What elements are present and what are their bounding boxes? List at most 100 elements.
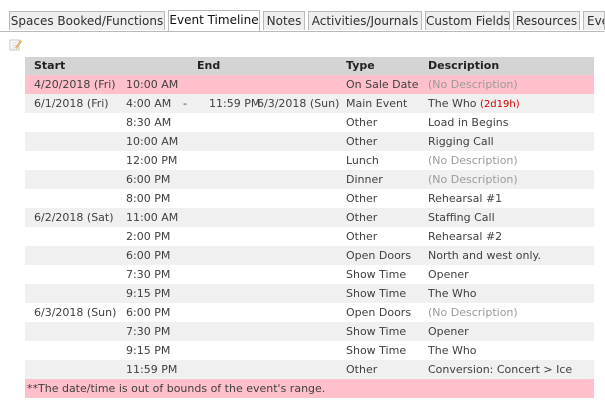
table-row[interactable]: 7:30 PM Show Time Opener — [25, 265, 594, 284]
description-text: North and west only. — [428, 249, 541, 262]
table-row[interactable]: 9:15 PM Show Time The Who — [25, 284, 594, 303]
description-text: (No Description) — [428, 78, 518, 91]
description-text: Rehearsal #1 — [428, 192, 503, 205]
table-row[interactable]: 12:00 PM Lunch (No Description) — [25, 151, 594, 170]
cell-type: On Sale Date — [346, 78, 419, 91]
cell-type: Other — [346, 211, 378, 224]
cell-type: Show Time — [346, 287, 407, 300]
table-row[interactable]: 4/20/2018 (Fri) 10:00 AM On Sale Date (No D… — [25, 75, 594, 94]
cell-description: (No Description) — [428, 151, 518, 170]
cell-start-time: 6:00 PM — [126, 173, 171, 186]
cell-description: Opener — [428, 322, 469, 341]
event-timeline-table: Start End Type Description 4/20/2018 (Fr… — [25, 57, 594, 398]
cell-type: Open Doors — [346, 306, 412, 319]
out-of-range-footnote: **The date/time is out of bounds of the … — [25, 379, 594, 398]
table-header: Start End Type Description — [25, 57, 594, 75]
cell-end-date: 6/3/2018 (Sun) — [257, 97, 340, 110]
table-row[interactable]: 10:00 AM Other Rigging Call — [25, 132, 594, 151]
cell-type: Dinner — [346, 173, 383, 186]
cell-start-time: 9:15 PM — [126, 344, 171, 357]
description-text: The Who — [428, 344, 477, 357]
description-text: The Who — [428, 287, 477, 300]
table-row[interactable]: 8:00 PM Other Rehearsal #1 — [25, 189, 594, 208]
table-row[interactable]: 6:00 PM Dinner (No Description) — [25, 170, 594, 189]
cell-type: Other — [346, 135, 378, 148]
tab-event-timeline[interactable]: Event Timeline — [168, 10, 260, 31]
cell-start-time: 7:30 PM — [126, 268, 171, 281]
table-row[interactable]: 9:15 PM Show Time The Who — [25, 341, 594, 360]
header-description[interactable]: Description — [428, 57, 499, 75]
cell-description: Rigging Call — [428, 132, 494, 151]
tab-spaces-booked-functions[interactable]: Spaces Booked/Functions — [9, 11, 165, 30]
description-text: Opener — [428, 325, 469, 338]
cell-type: Open Doors — [346, 249, 412, 262]
cell-start-time: 10:00 AM — [126, 135, 179, 148]
cell-description: Rehearsal #1 — [428, 189, 502, 208]
cell-description: Rehearsal #2 — [428, 227, 502, 246]
cell-start-time: 12:00 PM — [126, 154, 178, 167]
table-body: 4/20/2018 (Fri) 10:00 AM On Sale Date (No D… — [25, 75, 594, 379]
description-text: (No Description) — [428, 173, 518, 186]
description-text: (No Description) — [428, 306, 518, 319]
cell-start-time: 8:30 AM — [126, 116, 172, 129]
cell-description: The Who — [428, 341, 477, 360]
cell-description: (No Description) — [428, 75, 518, 94]
cell-type: Lunch — [346, 154, 379, 167]
tab-bar: Spaces Booked/Functions Event Timeline N… — [0, 0, 605, 32]
cell-type: Show Time — [346, 268, 407, 281]
cell-description: North and west only. — [428, 246, 541, 265]
cell-type: Main Event — [346, 97, 408, 110]
cell-type: Show Time — [346, 344, 407, 357]
cell-type: Other — [346, 363, 378, 376]
table-row[interactable]: 6/2/2018 (Sat) 11:00 AM Other Staffing Call — [25, 208, 594, 227]
pencil-note-icon[interactable] — [9, 38, 22, 51]
cell-start-time: 6:00 PM — [126, 306, 171, 319]
description-text: (No Description) — [428, 154, 518, 167]
cell-range-dash: - — [183, 97, 187, 110]
cell-description: Staffing Call — [428, 208, 495, 227]
description-text: Rigging Call — [428, 135, 494, 148]
description-text: Staffing Call — [428, 211, 495, 224]
header-end[interactable]: End — [197, 57, 220, 75]
cell-start-time: 4:00 AM — [126, 97, 172, 110]
table-row[interactable]: 8:30 AM Other Load in Begins — [25, 113, 594, 132]
table-row[interactable]: 2:00 PM Other Rehearsal #2 — [25, 227, 594, 246]
cell-description: The Who — [428, 284, 477, 303]
cell-description: (No Description) — [428, 170, 518, 189]
cell-type: Other — [346, 230, 378, 243]
table-row[interactable]: 11:59 PM Other Conversion: Concert > Ice — [25, 360, 594, 379]
table-row[interactable]: 6:00 PM Open Doors North and west only. — [25, 246, 594, 265]
cell-start-time: 10:00 AM — [126, 78, 179, 91]
description-text: Conversion: Concert > Ice — [428, 363, 573, 376]
tab-activities-journals[interactable]: Activities/Journals — [308, 11, 422, 30]
tab-notes[interactable]: Notes — [263, 11, 305, 30]
cell-start-time: 7:30 PM — [126, 325, 171, 338]
table-row[interactable]: 6/1/2018 (Fri) 4:00 AM - 11:59 PM 6/3/2018 (… — [25, 94, 594, 113]
cell-start-time: 6:00 PM — [126, 249, 171, 262]
description-text: The Who — [428, 97, 477, 110]
cell-start-time: 11:00 AM — [126, 211, 179, 224]
cell-start-time: 8:00 PM — [126, 192, 171, 205]
header-start[interactable]: Start — [34, 57, 65, 75]
table-row[interactable]: 6/3/2018 (Sun) 6:00 PM Open Doors (No Descr… — [25, 303, 594, 322]
cell-type: Show Time — [346, 325, 407, 338]
cell-date: 4/20/2018 (Fri) — [34, 78, 116, 91]
cell-type: Other — [346, 192, 378, 205]
cell-description: Conversion: Concert > Ice — [428, 360, 572, 379]
header-type[interactable]: Type — [346, 57, 375, 75]
cell-start-time: 9:15 PM — [126, 287, 171, 300]
cell-end-time: 11:59 PM — [209, 97, 261, 110]
cell-start-time: 2:00 PM — [126, 230, 171, 243]
description-text: Rehearsal #2 — [428, 230, 503, 243]
cell-description: (No Description) — [428, 303, 518, 322]
cell-date: 6/1/2018 (Fri) — [34, 97, 109, 110]
tab-resources[interactable]: Resources — [513, 11, 580, 30]
tab-custom-fields[interactable]: Custom Fields — [425, 11, 510, 30]
cell-description: The Who (2d19h) — [428, 94, 520, 114]
cell-description: Load in Begins — [428, 113, 508, 132]
duration-label: (2d19h) — [480, 99, 520, 110]
cell-date: 6/3/2018 (Sun) — [34, 306, 117, 319]
table-row[interactable]: 7:30 PM Show Time Opener — [25, 322, 594, 341]
cell-start-time: 11:59 PM — [126, 363, 178, 376]
tab-events-truncated[interactable]: Eve — [583, 11, 605, 30]
